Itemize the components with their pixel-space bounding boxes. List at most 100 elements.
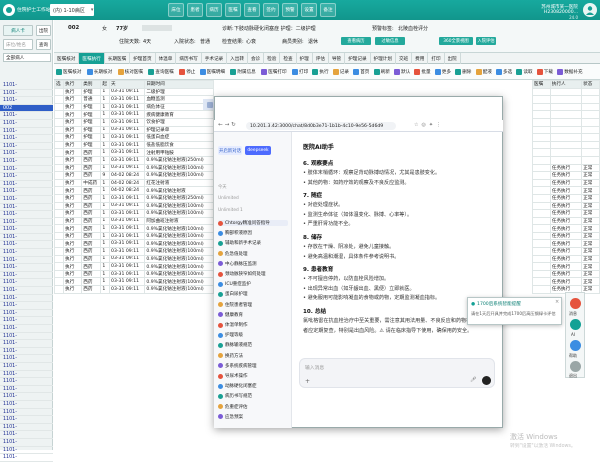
patient-list-item[interactable]: 1101- — [0, 90, 53, 98]
table-cell[interactable] — [54, 155, 65, 165]
patient-list-item[interactable]: 1101- — [0, 424, 53, 432]
sidebar-search-button[interactable]: 查询 — [36, 39, 51, 50]
table-cell[interactable] — [54, 247, 65, 256]
toolbar-button-21[interactable]: 数据补充 — [557, 67, 583, 77]
column-header[interactable]: 状态 — [581, 80, 600, 89]
patient-list-item[interactable]: 1101- — [0, 454, 53, 462]
help-icon[interactable] — [570, 340, 581, 351]
patient-list-item[interactable]: 1101- — [0, 120, 53, 128]
column-header[interactable]: 类别 — [81, 80, 102, 89]
tab-8[interactable]: 会诊 — [248, 53, 265, 64]
table-row[interactable] — [532, 140, 600, 150]
tab-9[interactable]: 检验 — [264, 53, 281, 64]
tab-19[interactable]: 出院 — [445, 53, 461, 64]
column-header[interactable]: 执行 — [63, 80, 83, 89]
patient-list-item[interactable]: 1101- — [0, 181, 53, 189]
table-row[interactable]: 执行 西药 1 03-31 09:11 0.9%氯化钠注射液(100ml) — [54, 163, 214, 173]
patient-list-item[interactable]: 1101- — [0, 348, 53, 356]
top-btn-alert[interactable]: 预警 — [282, 3, 298, 17]
table-row[interactable]: 执行 护理 1 03-31 09:11 疾病健康教育 — [54, 110, 214, 119]
table-row[interactable]: 任务执行 正常 — [532, 224, 600, 233]
patient-list-item[interactable]: 1101- — [0, 97, 53, 105]
toolbar-button-7[interactable]: 医嘱打印 — [261, 67, 287, 77]
table-row[interactable]: 任务执行 正常 — [532, 231, 600, 241]
allergy-chip[interactable]: 过敏信息 — [375, 37, 405, 45]
patient-list-item[interactable]: 1101- — [0, 317, 53, 325]
close-icon[interactable]: × — [555, 299, 559, 305]
view-record-chip[interactable]: 查看病历 — [341, 37, 371, 45]
patient-list-item[interactable]: 1101- — [0, 310, 53, 318]
toolbar-button-1[interactable]: 长期核对 — [86, 67, 112, 77]
table-cell[interactable] — [54, 171, 65, 180]
patient-list-item[interactable]: 1101- — [0, 249, 53, 257]
table-row[interactable] — [532, 110, 600, 119]
table-cell[interactable] — [54, 193, 65, 203]
tab-4[interactable]: 体温单 — [156, 53, 177, 64]
patient-list-item[interactable]: 1101- — [0, 416, 53, 424]
avatar[interactable] — [583, 3, 597, 17]
patient-list-item[interactable]: 1101- — [0, 204, 53, 212]
table-row[interactable]: 任务执行 正常 — [532, 262, 600, 271]
tab-18[interactable]: 打印 — [428, 53, 445, 64]
chat-history-item[interactable]: Chtorgy精准问答指导 — [218, 220, 288, 226]
patient-list-item[interactable]: 1101- — [0, 371, 53, 379]
toolbar-button-20[interactable]: 下载 — [536, 67, 553, 77]
column-header[interactable]: 日期时间 — [144, 80, 214, 89]
table-row[interactable]: 执行 西药 1 03-31 09:11 注射用甲钴胺 — [54, 148, 214, 157]
table-cell[interactable] — [54, 95, 65, 104]
patient-list-item[interactable]: 1101- — [0, 188, 53, 196]
table-cell[interactable] — [54, 262, 65, 271]
patient-list-item[interactable]: 1101- — [0, 150, 53, 158]
patient-list-item[interactable]: 1101- — [0, 401, 53, 409]
table-row[interactable] — [532, 133, 600, 142]
table-row[interactable]: 任务执行 正常 — [532, 209, 600, 218]
table-cell[interactable] — [54, 186, 65, 195]
discharge-button[interactable]: 出院 — [36, 25, 51, 36]
top-btn-settings[interactable]: 设置 — [301, 3, 317, 17]
toolbar-button-18[interactable]: 多选 — [496, 67, 512, 77]
panorama-chip[interactable]: 360全景视图 — [439, 37, 473, 45]
patient-card-button[interactable]: 病人卡 — [3, 25, 33, 36]
table-cell[interactable] — [54, 231, 65, 241]
table-cell[interactable] — [54, 140, 65, 150]
toolbar-button-10[interactable]: 记录 — [332, 67, 349, 77]
patient-list-item[interactable]: 1101- — [0, 439, 53, 447]
column-header[interactable]: 选 — [54, 80, 65, 89]
table-row[interactable]: 执行 西药 1 03-31 09:11 0.9%氯化钠注射液(100ml) — [54, 254, 214, 264]
table-row[interactable]: 执行 西药 1 03-31 09:11 0.9%氯化钠注射液(100ml) — [54, 201, 214, 211]
table-row[interactable]: 任务执行 正常 — [532, 186, 600, 195]
table-cell[interactable] — [54, 133, 65, 142]
patient-list-item[interactable]: 1101- — [0, 295, 53, 303]
table-row[interactable]: 执行 护理 1 03-31 09:11 护理记录单 — [54, 125, 214, 135]
table-row[interactable]: 执行 西药 1 03-31 09:11 0.9%氯化钠注射液(100ml) — [54, 224, 214, 233]
table-row[interactable]: 任务执行 正常 — [532, 163, 600, 173]
table-row[interactable]: 执行 西药 1 03-31 09:11 0.9%氯化钠注射液(100ml) — [54, 262, 214, 271]
table-row[interactable]: 执行 护理 1 03-31 09:11 二级护理 — [54, 87, 214, 97]
top-btn-view[interactable]: 查看 — [244, 3, 260, 17]
table-row[interactable]: 执行 西药 1 03-31 09:11 0.9%氯化钠注射液(100ml) — [54, 231, 214, 241]
table-row[interactable]: 执行 西药 1 03-31 09:11 0.9%氯化钠注射液(100ml) — [54, 269, 214, 279]
table-cell[interactable] — [54, 125, 65, 135]
chat-history-item[interactable]: 导尿术操作 — [218, 373, 288, 379]
table-row[interactable]: 任务执行 正常 — [532, 193, 600, 203]
table-row[interactable]: 任务执行 正常 — [532, 178, 600, 188]
patient-list-item[interactable]: 1101- — [0, 128, 53, 136]
patient-list-item[interactable]: 1101- — [0, 112, 53, 120]
patient-list-item[interactable]: 1101- — [0, 386, 53, 394]
tab-13[interactable]: 导管 — [329, 53, 346, 64]
table-row[interactable] — [532, 155, 600, 165]
table-row[interactable]: 任务执行 正常 — [532, 254, 600, 264]
patient-list-item[interactable]: 1101- — [0, 393, 53, 401]
patient-list-item[interactable]: 1101- — [0, 173, 53, 181]
tab-5[interactable]: 病历书写 — [176, 53, 202, 64]
table-cell[interactable] — [54, 110, 65, 119]
chat-history-item[interactable]: 中心静脉压监测 — [218, 261, 288, 267]
patient-list-item[interactable]: 1101- — [0, 355, 53, 363]
toolbar-button-13[interactable]: 默认 — [394, 67, 410, 77]
table-row[interactable]: 执行 西药 1 03-31 09:11 0.9%氯化钠注射液(100ml) — [54, 239, 214, 249]
column-header[interactable]: 执行人 — [549, 80, 583, 89]
toolbar-button-9[interactable]: 执行 — [312, 67, 329, 77]
patient-list-item[interactable]: 1101- — [0, 378, 53, 386]
patient-list-item[interactable]: 1101- — [0, 257, 53, 265]
top-btn-note[interactable]: 备注 — [320, 3, 336, 17]
